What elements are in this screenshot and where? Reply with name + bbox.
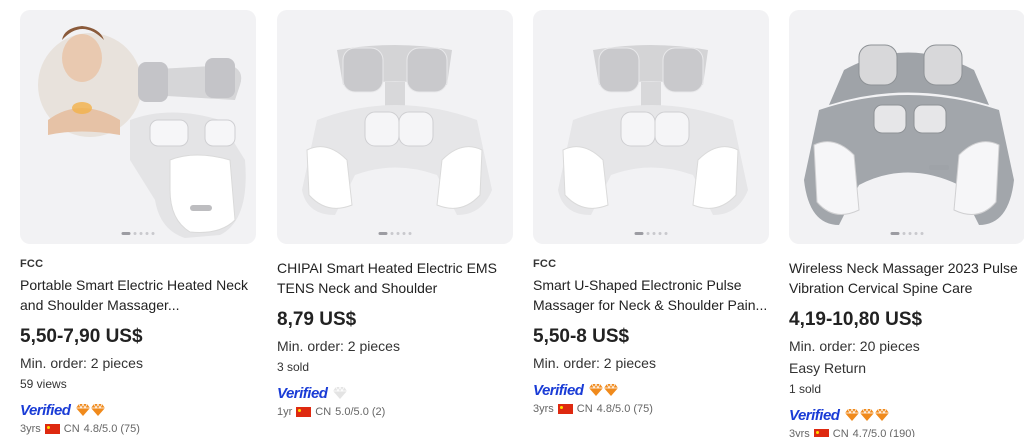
supplier-info: 1yr CN 5.0/5.0 (2) xyxy=(277,405,513,419)
sold-count: 1 sold xyxy=(789,382,822,396)
min-order: Min. order: 2 pieces xyxy=(533,355,656,371)
china-flag-icon xyxy=(813,429,829,437)
supplier-country: CN xyxy=(63,423,80,435)
diamond-rating xyxy=(333,387,348,399)
diamond-icon xyxy=(860,409,875,421)
supplier-country: CN xyxy=(576,403,593,415)
diamond-icon xyxy=(76,404,91,416)
verified-badge[interactable]: Verified xyxy=(277,385,328,402)
views-count: 59 views xyxy=(20,377,67,391)
product-price: 8,79 US$ xyxy=(277,309,357,330)
diamond-rating xyxy=(589,384,619,396)
neck-massager-image xyxy=(804,44,1014,225)
diamond-rating xyxy=(76,404,106,416)
product-image[interactable] xyxy=(533,10,769,244)
min-order: Min. order: 20 pieces xyxy=(789,338,920,354)
supplier-rating: 4.7/5.0 (190) xyxy=(852,428,916,437)
china-flag-icon xyxy=(44,424,60,434)
china-flag-icon xyxy=(557,404,573,414)
supplier-country: CN xyxy=(315,406,332,418)
fcc-badge: FCC xyxy=(533,258,557,270)
min-order: Min. order: 2 pieces xyxy=(20,355,143,371)
easy-return-label: Easy Return xyxy=(789,360,867,376)
product-title[interactable]: Smart U-Shaped Electronic Pulse Massager… xyxy=(533,275,769,315)
supplier-info: 3yrs CN 4.8/5.0 (75) xyxy=(533,402,769,416)
verified-badge[interactable]: Verified xyxy=(789,407,840,424)
diamond-icon xyxy=(589,384,604,396)
product-image[interactable] xyxy=(277,10,513,244)
product-grid: FCC Portable Smart Electric Heated Neck … xyxy=(0,0,1024,437)
supplier-rating: 4.8/5.0 (75) xyxy=(83,423,140,435)
product-title[interactable]: Wireless Neck Massager 2023 Pulse Vibrat… xyxy=(789,258,1024,298)
product-image[interactable] xyxy=(789,10,1024,244)
supplier-badges: Verified xyxy=(789,405,1024,425)
supplier-badges: Verified xyxy=(533,380,769,400)
product-title[interactable]: Portable Smart Electric Heated Neck and … xyxy=(20,275,256,315)
diamond-icon xyxy=(604,384,619,396)
neck-massager-image xyxy=(302,45,492,215)
product-card[interactable]: Wireless Neck Massager 2023 Pulse Vibrat… xyxy=(789,10,1024,437)
product-price: 4,19-10,80 US$ xyxy=(789,309,923,330)
sold-count: 3 sold xyxy=(277,360,310,374)
product-card[interactable]: FCC Smart U-Shaped Electronic Pulse Mass… xyxy=(533,10,769,435)
supplier-years: 1yr xyxy=(277,406,293,418)
supplier-years: 3yrs xyxy=(20,423,41,435)
fcc-badge: FCC xyxy=(20,258,44,270)
supplier-rating: 4.8/5.0 (75) xyxy=(596,403,653,415)
carousel-dots[interactable] xyxy=(121,232,155,235)
product-card[interactable]: CHIPAI Smart Heated Electric EMS TENS Ne… xyxy=(277,10,513,435)
diamond-rating xyxy=(845,409,890,421)
neck-massager-image xyxy=(38,26,246,238)
supplier-badges: Verified xyxy=(277,383,513,403)
supplier-country: CN xyxy=(832,428,849,437)
product-title[interactable]: CHIPAI Smart Heated Electric EMS TENS Ne… xyxy=(277,258,513,298)
carousel-dots[interactable] xyxy=(634,232,668,235)
verified-badge[interactable]: Verified xyxy=(533,382,584,399)
supplier-years: 3yrs xyxy=(789,428,810,437)
product-card[interactable]: FCC Portable Smart Electric Heated Neck … xyxy=(20,10,256,435)
carousel-dots[interactable] xyxy=(890,232,924,235)
diamond-icon xyxy=(333,387,348,399)
carousel-dots[interactable] xyxy=(378,232,412,235)
product-image[interactable] xyxy=(20,10,256,244)
product-price: 5,50-8 US$ xyxy=(533,326,630,347)
china-flag-icon xyxy=(296,407,312,417)
verified-badge[interactable]: Verified xyxy=(20,402,71,419)
diamond-icon xyxy=(845,409,860,421)
diamond-icon xyxy=(875,409,890,421)
diamond-icon xyxy=(91,404,106,416)
supplier-years: 3yrs xyxy=(533,403,554,415)
neck-massager-image xyxy=(558,45,748,215)
supplier-badges: Verified xyxy=(20,400,256,420)
product-price: 5,50-7,90 US$ xyxy=(20,326,143,347)
min-order: Min. order: 2 pieces xyxy=(277,338,400,354)
supplier-info: 3yrs CN 4.7/5.0 (190) xyxy=(789,427,1024,437)
supplier-info: 3yrs CN 4.8/5.0 (75) xyxy=(20,422,256,436)
supplier-rating: 5.0/5.0 (2) xyxy=(335,406,386,418)
